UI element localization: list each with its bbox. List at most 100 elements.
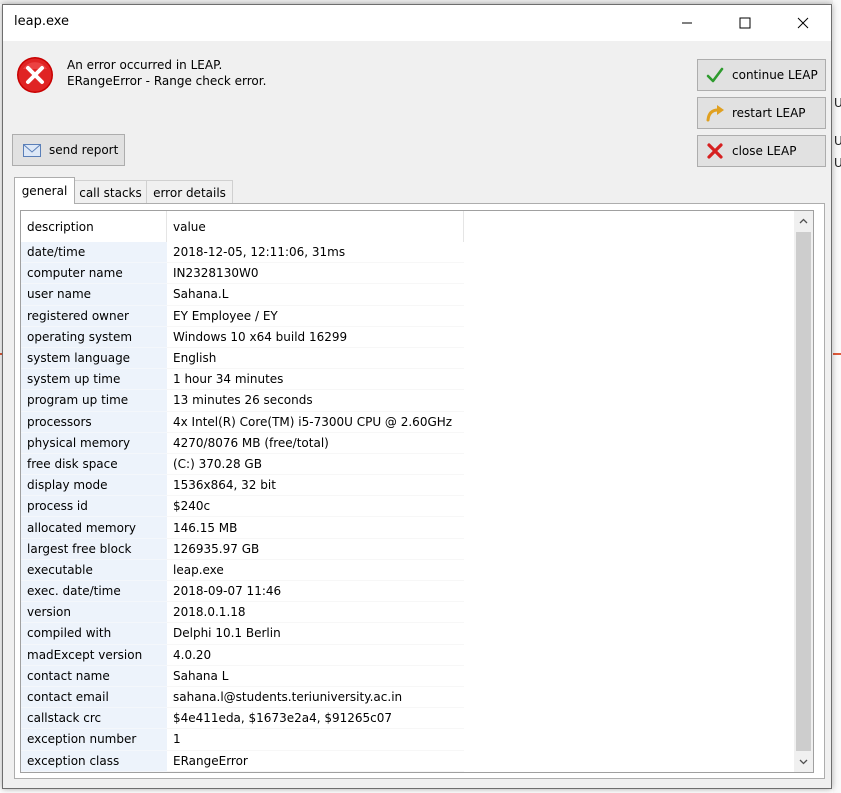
row-description: free disk space — [21, 453, 167, 476]
row-description: exec. date/time — [21, 581, 167, 603]
row-value: Windows 10 x64 build 16299 — [167, 327, 464, 348]
continue-leap-label: continue LEAP — [732, 68, 818, 82]
row-value: IN2328130W0 — [167, 263, 464, 285]
row-value: sahana.l@students.teriuniversity.ac.in — [167, 687, 464, 709]
table-row[interactable]: largest free block 126935.97 GB — [21, 538, 464, 560]
restart-arrow-icon — [704, 102, 726, 124]
table-row[interactable]: physical memory 4270/8076 MB (free/total) — [21, 432, 464, 454]
background-text: U — [834, 156, 841, 170]
row-value: English — [167, 348, 464, 370]
row-description: physical memory — [21, 432, 167, 454]
row-value: Sahana L — [167, 666, 464, 687]
send-report-button[interactable]: send report — [12, 134, 125, 166]
row-value: 126935.97 GB — [167, 539, 464, 560]
row-description: date/time — [21, 242, 167, 264]
title-bar: leap.exe — [3, 5, 831, 41]
checkmark-icon — [704, 64, 726, 86]
table-row[interactable]: system language English — [21, 347, 464, 370]
table-row[interactable]: callstack crc $4e411eda, $1673e2a4, $9126… — [21, 708, 464, 730]
row-description: operating system — [21, 326, 167, 348]
row-value: leap.exe — [167, 560, 464, 581]
close-leap-button[interactable]: close LEAP — [697, 135, 826, 167]
row-value: 13 minutes 26 seconds — [167, 390, 464, 412]
background-text: U — [834, 134, 841, 148]
row-value: 146.15 MB — [167, 517, 464, 539]
background-text: U — [834, 96, 841, 110]
table-row[interactable]: computer name IN2328130W0 — [21, 263, 464, 285]
row-description: allocated memory — [21, 517, 167, 539]
table-row[interactable]: display mode 1536x864, 32 bit — [21, 475, 464, 497]
table-row[interactable]: madExcept version 4.0.20 — [21, 644, 464, 666]
table-row[interactable]: processors 4x Intel(R) Core(TM) i5-7300U … — [21, 411, 464, 433]
table-row[interactable]: exec. date/time 2018-09-07 11:46 — [21, 581, 464, 603]
table-row[interactable]: process id $240c — [21, 496, 464, 518]
column-header-value[interactable]: value — [167, 211, 464, 242]
table-row[interactable]: exception class ERangeError — [21, 750, 464, 772]
table-body: date/time 2018-12-05, 12:11:06, 31ms compu… — [21, 242, 464, 772]
scroll-up-button[interactable] — [794, 211, 813, 231]
table-row[interactable]: executable leap.exe — [21, 559, 464, 581]
table-row[interactable]: program up time 13 minutes 26 seconds — [21, 390, 464, 412]
red-x-icon — [704, 140, 726, 162]
table-row[interactable]: system up time 1 hour 34 minutes — [21, 369, 464, 391]
row-description: madExcept version — [21, 644, 167, 666]
row-description: executable — [21, 559, 167, 581]
row-description: system up time — [21, 369, 167, 391]
table-row[interactable]: exception number 1 — [21, 729, 464, 751]
row-description: version — [21, 602, 167, 624]
maximize-button[interactable] — [722, 5, 768, 41]
row-description: registered owner — [21, 305, 167, 327]
table-row[interactable]: allocated memory 146.15 MB — [21, 517, 464, 539]
table-header: description value — [21, 211, 464, 242]
chevron-down-icon — [799, 759, 808, 765]
error-message: An error occurred in LEAP. ERangeError -… — [67, 57, 266, 89]
vertical-scrollbar[interactable] — [794, 211, 813, 772]
row-value: EY Employee / EY — [167, 306, 464, 327]
scrollbar-thumb[interactable] — [796, 232, 811, 751]
row-description: process id — [21, 496, 167, 518]
row-description: exception class — [21, 750, 167, 772]
table-row[interactable]: version 2018.0.1.18 — [21, 602, 464, 624]
table-row[interactable]: date/time 2018-12-05, 12:11:06, 31ms — [21, 242, 464, 264]
scroll-down-button[interactable] — [794, 752, 813, 772]
row-value: 4270/8076 MB (free/total) — [167, 433, 464, 454]
row-description: contact email — [21, 686, 167, 709]
restart-leap-button[interactable]: restart LEAP — [697, 97, 826, 129]
error-dialog-window: leap.exe An error occurred in LEAP. ERan… — [2, 4, 832, 789]
maximize-icon — [739, 17, 751, 29]
close-window-button[interactable] — [780, 5, 826, 41]
minimize-button[interactable] — [664, 5, 710, 41]
row-description: exception number — [21, 729, 167, 751]
row-value: 4x Intel(R) Core(TM) i5-7300U CPU @ 2.60… — [167, 412, 464, 433]
table-row[interactable]: user name Sahana.L — [21, 284, 464, 306]
row-value: $4e411eda, $1673e2a4, $91265c07 — [167, 708, 464, 730]
table-row[interactable]: contact name Sahana L — [21, 665, 464, 687]
row-description: program up time — [21, 390, 167, 412]
close-icon — [797, 17, 809, 29]
row-description: largest free block — [21, 538, 167, 560]
row-value: 2018-09-07 11:46 — [167, 581, 464, 603]
table-row[interactable]: compiled with Delphi 10.1 Berlin — [21, 623, 464, 645]
continue-leap-button[interactable]: continue LEAP — [697, 59, 826, 91]
table-row[interactable]: registered owner EY Employee / EY — [21, 305, 464, 327]
error-message-line1: An error occurred in LEAP. — [67, 58, 223, 72]
tab-call-stacks[interactable]: call stacks — [75, 180, 147, 204]
window-title: leap.exe — [14, 14, 70, 29]
send-report-label: send report — [49, 143, 119, 157]
row-value: Sahana.L — [167, 284, 464, 306]
error-x-icon — [17, 57, 53, 93]
column-header-description[interactable]: description — [21, 211, 167, 242]
minimize-icon — [682, 22, 692, 24]
tab-panel-general: description value date/time 2018-12-05, 1… — [14, 203, 825, 779]
table-row[interactable]: contact email sahana.l@students.teriunive… — [21, 686, 464, 709]
close-leap-label: close LEAP — [732, 144, 797, 158]
row-description: computer name — [21, 263, 167, 285]
row-description: system language — [21, 347, 167, 370]
row-description: contact name — [21, 665, 167, 687]
info-table: description value date/time 2018-12-05, 1… — [20, 210, 814, 773]
table-row[interactable]: free disk space (C:) 370.28 GB — [21, 453, 464, 476]
row-value: 1 — [167, 729, 464, 751]
tab-error-details[interactable]: error details — [147, 180, 233, 204]
table-row[interactable]: operating system Windows 10 x64 build 162… — [21, 326, 464, 348]
tab-general[interactable]: general — [14, 177, 75, 204]
